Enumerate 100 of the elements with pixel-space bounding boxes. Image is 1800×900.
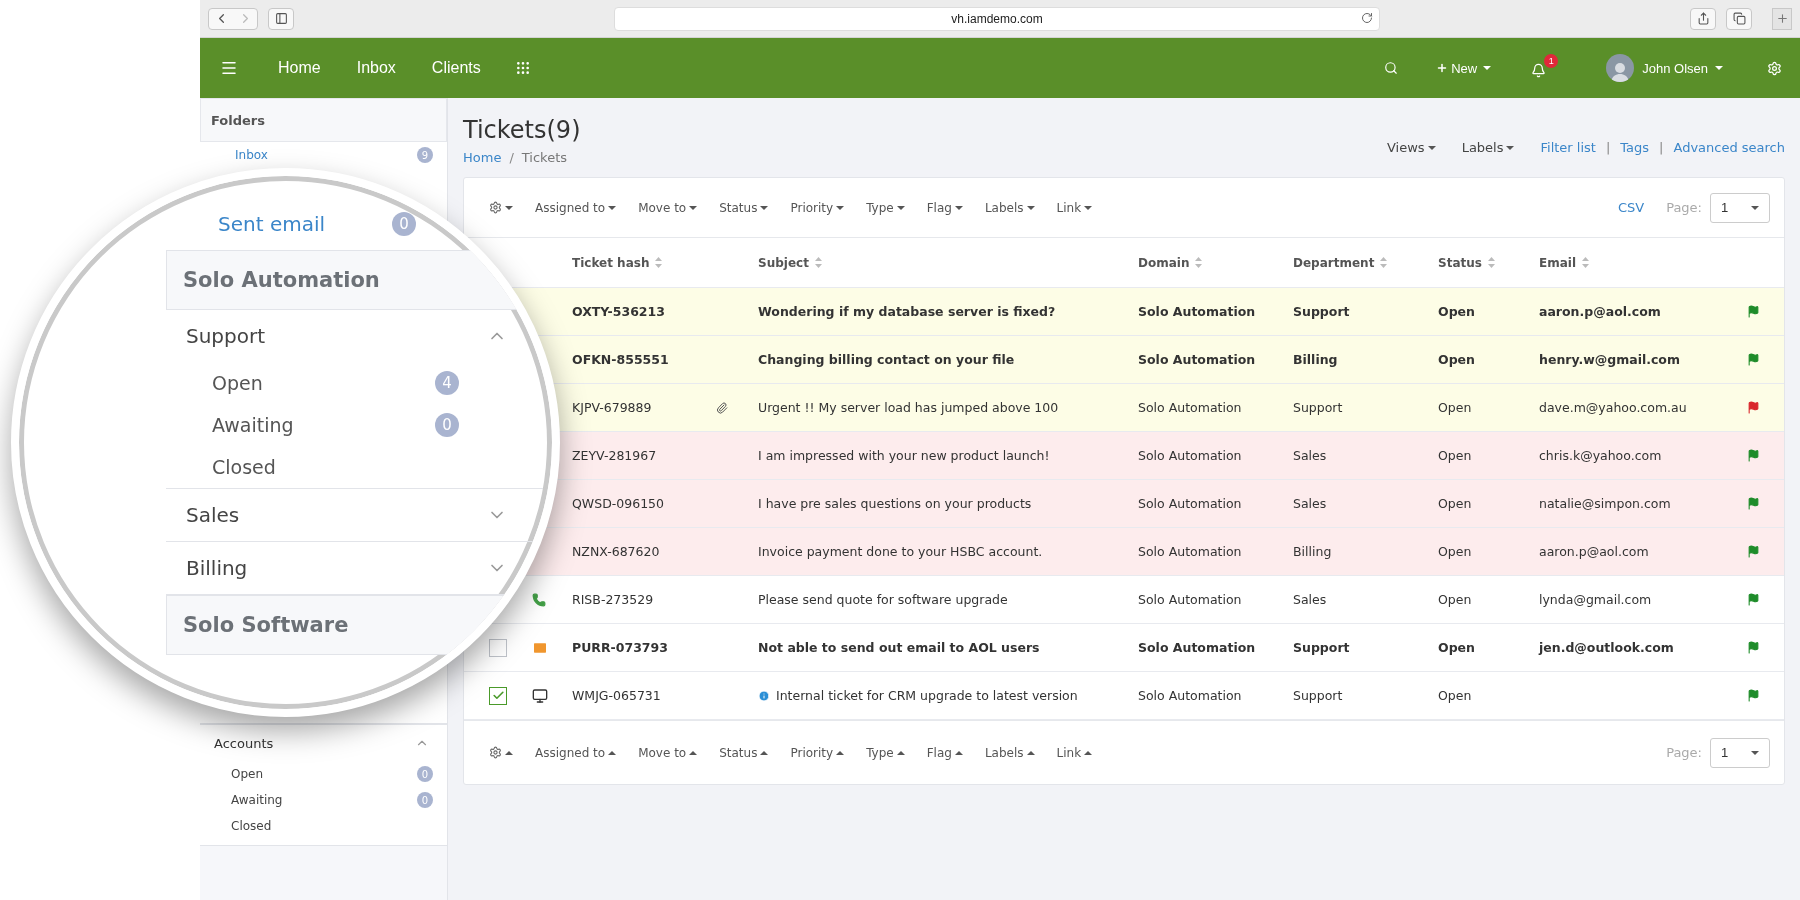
action-menu[interactable]: Labels [984, 200, 1035, 215]
domain-cell-text: Solo Automation [1138, 640, 1257, 655]
department-cell-text: Sales [1293, 496, 1328, 511]
reload-icon[interactable] [1361, 11, 1373, 24]
share-button[interactable] [1690, 7, 1716, 30]
column-header[interactable]: Status [1438, 255, 1539, 270]
user-menu[interactable]: John Olsen [1606, 54, 1723, 82]
ticket-subject[interactable]: Invoice payment done to your HSBC account. [758, 544, 1043, 559]
group-header[interactable]: Sales [166, 489, 543, 541]
toolbar-link[interactable]: Tags [1620, 140, 1650, 155]
folder-item[interactable]: Sent email 0 [166, 204, 416, 244]
action-menu[interactable]: Labels [984, 745, 1035, 760]
ticket-subject[interactable]: Changing billing contact on your file [758, 352, 1015, 367]
domain-cell-text: Solo Automation [1138, 544, 1243, 559]
sidebar-button[interactable] [268, 7, 294, 30]
email-cell-text: jen.d@outlook.com [1539, 640, 1675, 655]
folder-item[interactable]: Open 0 [200, 761, 447, 787]
dropdown-menu[interactable]: Labels [1461, 140, 1515, 155]
status-cell-text: Open [1438, 448, 1473, 463]
count-badge: 0 [417, 792, 433, 808]
action-menu[interactable]: Flag [926, 745, 963, 760]
group-header[interactable]: Accounts [200, 725, 447, 761]
action-menu[interactable]: Priority [790, 200, 845, 215]
address-bar[interactable]: vh.iamdemo.com [614, 6, 1380, 31]
department-cell-text: Support [1293, 400, 1344, 415]
email-cell-text: dave.m@yahoo.com.au [1539, 400, 1688, 415]
domain-cell-text: Solo Automation [1138, 400, 1243, 415]
breadcrumb-link[interactable]: Home [463, 150, 502, 165]
action-menu[interactable]: Link [1056, 200, 1093, 215]
new-button[interactable]: New [1436, 60, 1492, 76]
notification-count: 1 [1544, 53, 1559, 68]
action-menu[interactable]: Link [1056, 745, 1093, 760]
status-cell-text: Open [1438, 496, 1473, 511]
action-menu[interactable]: Status [719, 745, 769, 760]
link-separator: | [1659, 140, 1664, 155]
settings-menu[interactable] [489, 746, 513, 759]
breadcrumb-current: Tickets [521, 150, 567, 165]
new-tab-button[interactable] [1772, 7, 1792, 30]
action-menu[interactable]: Type [866, 745, 905, 760]
department-cell-text: Sales [1293, 592, 1328, 607]
action-menu[interactable]: Priority [790, 745, 845, 760]
ticket-subject[interactable]: Please send quote for software upgrade [758, 592, 1008, 607]
action-menu[interactable]: Move to [638, 745, 698, 760]
ticket-subject[interactable]: I have pre sales questions on your products [758, 496, 1032, 511]
flag-icon[interactable] [1747, 641, 1760, 654]
action-menu[interactable]: Assigned to [535, 745, 617, 760]
column-header[interactable]: Ticket hash [572, 255, 716, 270]
flag-icon[interactable] [1747, 545, 1760, 558]
nav-link[interactable]: Inbox [356, 59, 396, 77]
ticket-hash: RISB-273529 [572, 592, 655, 607]
tabs-button[interactable] [1726, 7, 1752, 30]
flag-icon[interactable] [1747, 593, 1760, 606]
column-header[interactable]: Subject [758, 255, 1138, 270]
domain-cell-text: Solo Automation [1138, 304, 1257, 319]
page-select[interactable]: 1 [1710, 192, 1770, 223]
caret-icon [505, 750, 513, 755]
domain-cell-text: Solo Automation [1138, 448, 1243, 463]
action-menu[interactable]: Type [866, 200, 905, 215]
ticket-hash: QWSD-096150 [572, 496, 665, 511]
ticket-subject[interactable]: Not able to send out email to AOL users [758, 640, 1040, 655]
csv-link[interactable]: CSV [1617, 200, 1645, 215]
ticket-subject[interactable]: Urgent !! My server load has jumped above 100 [758, 400, 1059, 415]
column-header[interactable]: Department [1293, 255, 1438, 270]
domain-cell-text: Solo Automation [1138, 352, 1257, 367]
sidebar-icon [274, 12, 288, 25]
column-header[interactable]: Domain [1138, 255, 1293, 270]
ticket-hash: OFKN-855551 [572, 352, 670, 367]
status-cell-text: Open [1438, 352, 1476, 367]
flag-icon[interactable] [1747, 497, 1760, 510]
notifications-button[interactable]: 1 [1527, 52, 1559, 84]
flag-icon[interactable] [1747, 449, 1760, 462]
folder-item[interactable]: Closed [200, 813, 447, 839]
share-icon [1696, 12, 1710, 25]
page-select[interactable]: 1 [1710, 737, 1770, 768]
dropdown-menu[interactable]: Views [1387, 140, 1436, 155]
count-badge: 4 [435, 371, 459, 395]
ticket-subject[interactable]: Internal ticket for CRM upgrade to latest version [776, 688, 1078, 703]
ticket-hash: NZNX-687620 [572, 544, 661, 559]
flag-icon[interactable] [1747, 401, 1760, 414]
flag-icon[interactable] [1747, 353, 1760, 366]
ticket-subject[interactable]: I am impressed with your new product launch! [758, 448, 1050, 463]
plus-icon [1775, 12, 1789, 25]
count-badge: 0 [417, 766, 433, 782]
column-header[interactable]: Email [1539, 255, 1747, 270]
avatar-icon [1606, 54, 1635, 82]
flag-icon[interactable] [1747, 689, 1760, 702]
flag-icon[interactable] [1747, 305, 1760, 318]
action-menu[interactable]: Status [719, 200, 769, 215]
folder-item[interactable]: Inbox 9 [200, 142, 447, 168]
nav-link[interactable]: Home [278, 59, 321, 77]
sidebar-title: Folders [200, 98, 447, 142]
email-cell-text: lynda@gmail.com [1539, 592, 1653, 607]
action-menu[interactable]: Move to [638, 200, 698, 215]
group-header[interactable]: Billing [166, 542, 543, 594]
folder-item[interactable]: Awaiting 0 [200, 787, 447, 813]
department-cell-text: Support [1293, 304, 1351, 319]
nav-link[interactable]: Clients [431, 59, 481, 77]
ticket-subject[interactable]: Wondering if my database server is fixed? [758, 304, 1056, 319]
action-menu[interactable]: Flag [926, 200, 963, 215]
toolbar-link[interactable]: Advanced search [1673, 140, 1785, 155]
